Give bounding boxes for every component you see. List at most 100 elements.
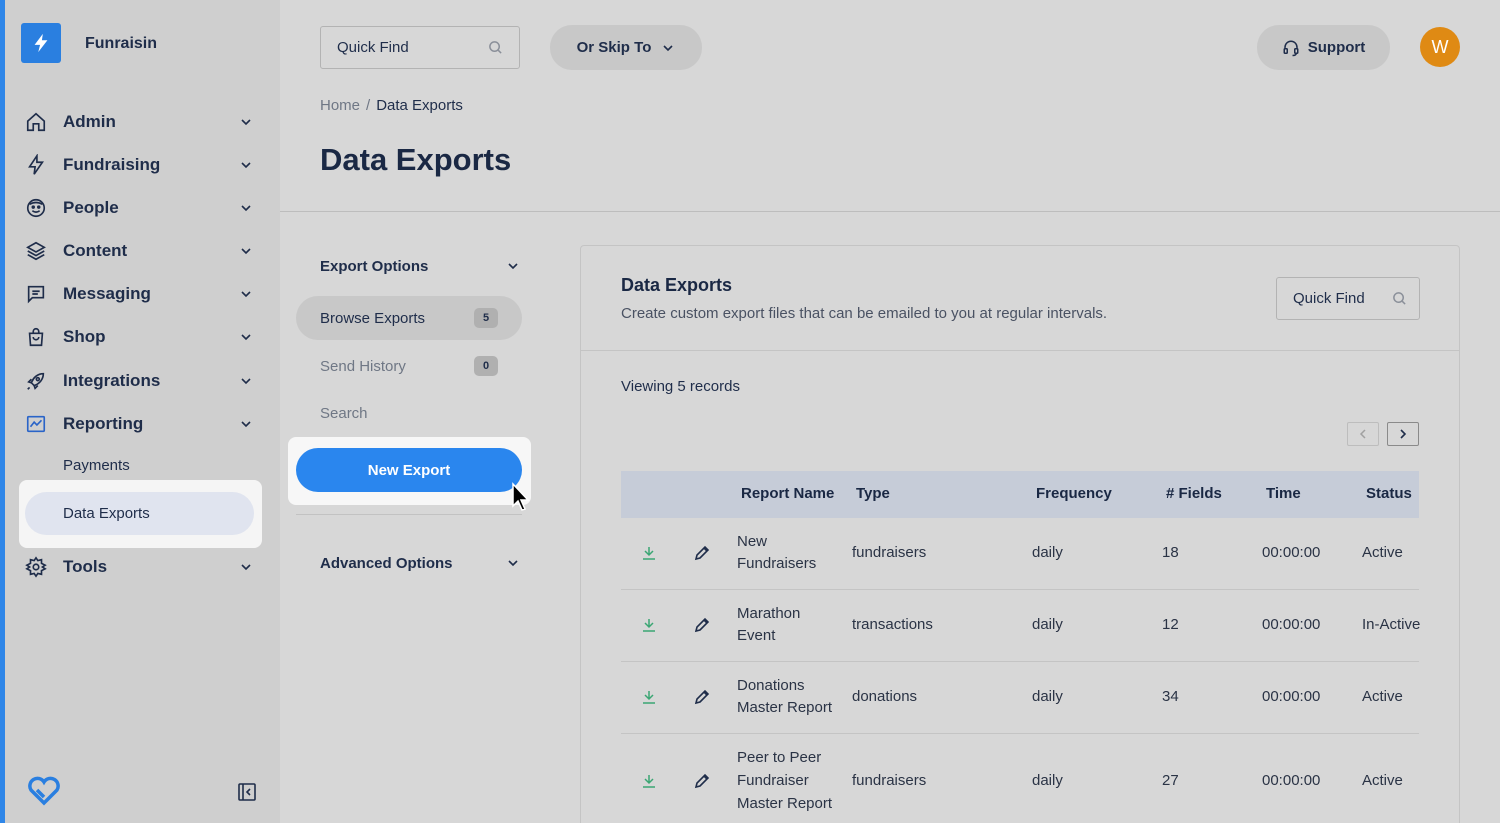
options-divider: [296, 514, 522, 515]
column-header-status[interactable]: Status: [1366, 485, 1412, 502]
type-cell: donations: [852, 688, 918, 705]
data-exports-card: Data Exports Create custom export files …: [580, 245, 1460, 823]
column-header-frequency[interactable]: Frequency: [1036, 485, 1112, 502]
sidebar-item-people[interactable]: People: [25, 193, 255, 223]
edit-pencil-icon[interactable]: [693, 616, 711, 634]
search-item[interactable]: Search: [296, 391, 522, 435]
frequency-cell: daily: [1032, 772, 1063, 789]
sidebar-item-fundraising[interactable]: Fundraising: [25, 150, 255, 180]
chevron-down-icon: [241, 334, 251, 341]
breadcrumb-home[interactable]: Home: [320, 97, 360, 114]
report-name-line: Marathon: [737, 605, 801, 622]
column-header-time[interactable]: Time: [1266, 485, 1301, 502]
status-cell: Active: [1362, 544, 1403, 561]
skip-to-label: Or Skip To: [576, 39, 652, 56]
brand-logo[interactable]: [21, 23, 61, 63]
next-page-button[interactable]: [1387, 422, 1419, 446]
sidebar-item-tools[interactable]: Tools: [25, 552, 255, 582]
sidebar-subitem-data-exports[interactable]: Data Exports: [25, 492, 254, 535]
export-options-toggle[interactable]: Export Options: [320, 254, 520, 278]
send-history-item[interactable]: Send History 0: [296, 344, 522, 388]
layers-icon: [25, 240, 47, 262]
search-icon: [489, 41, 502, 54]
chevron-down-icon: [241, 421, 251, 428]
report-name-line: Event: [737, 627, 776, 644]
rocket-icon: [25, 370, 47, 392]
sidebar: Funraisin Admin Fundraising People Conte…: [5, 0, 280, 823]
report-name-line: Master Report: [737, 699, 833, 716]
main-area: Quick Find Or Skip To Support W Home / Dat…: [280, 0, 1500, 823]
header-divider: [280, 211, 1500, 212]
sidebar-item-reporting[interactable]: Reporting: [25, 409, 255, 439]
chevron-down-icon: [241, 119, 251, 126]
chevron-down-icon: [241, 162, 251, 169]
type-cell: transactions: [852, 616, 933, 633]
download-icon[interactable]: [641, 773, 657, 789]
search-label: Search: [320, 404, 368, 422]
sidebar-item-label: People: [63, 198, 119, 217]
browse-exports-label: Browse Exports: [320, 309, 426, 327]
card-quick-find-input[interactable]: Quick Find: [1276, 277, 1420, 320]
report-name-line: New: [737, 533, 768, 550]
column-header-fields[interactable]: # Fields: [1166, 485, 1222, 502]
time-cell: 00:00:00: [1262, 688, 1321, 705]
sidebar-item-label: Admin: [63, 112, 116, 131]
edit-pencil-icon[interactable]: [693, 544, 711, 562]
table-row: New Fundraisers fundraisers daily 18 00:…: [621, 518, 1419, 590]
search-icon: [1393, 292, 1406, 305]
sidebar-item-integrations[interactable]: Integrations: [25, 366, 255, 396]
sidebar-item-messaging[interactable]: Messaging: [25, 279, 255, 309]
card-divider: [581, 350, 1459, 351]
count-badge: 0: [474, 356, 498, 376]
collapse-sidebar-icon[interactable]: [237, 782, 257, 802]
sidebar-item-label: Shop: [63, 327, 106, 346]
advanced-options-label: Advanced Options: [320, 554, 453, 572]
sidebar-subitem-payments[interactable]: Payments: [63, 457, 130, 474]
heart-logo-icon: [28, 776, 60, 806]
prev-page-button[interactable]: [1347, 422, 1379, 446]
chevron-down-icon: [241, 248, 251, 255]
skip-to-dropdown[interactable]: Or Skip To: [550, 25, 702, 70]
column-header-type[interactable]: Type: [856, 485, 890, 502]
type-cell: fundraisers: [852, 544, 927, 561]
avatar[interactable]: W: [1420, 27, 1460, 67]
card-quick-find-placeholder: Quick Find: [1293, 290, 1365, 307]
chevron-down-icon: [241, 291, 251, 298]
table-row: Marathon Event transactions daily 12 00:…: [621, 590, 1420, 662]
headset-icon: [1283, 40, 1299, 56]
breadcrumb: Home / Data Exports: [320, 97, 463, 114]
download-icon[interactable]: [641, 689, 657, 705]
status-cell: Active: [1362, 772, 1403, 789]
new-export-button[interactable]: New Export: [296, 448, 522, 492]
count-badge: 5: [474, 308, 498, 328]
card-title: Data Exports: [621, 275, 733, 295]
record-count: Viewing 5 records: [621, 378, 740, 395]
sidebar-item-admin[interactable]: Admin: [25, 107, 255, 137]
time-cell: 00:00:00: [1262, 772, 1321, 789]
browse-exports-item[interactable]: Browse Exports 5: [296, 296, 522, 340]
sidebar-item-shop[interactable]: Shop: [25, 322, 255, 352]
page-title: Data Exports: [320, 142, 512, 177]
mouse-cursor-icon: [512, 482, 530, 511]
column-header-report-name[interactable]: Report Name: [741, 485, 834, 502]
support-button[interactable]: Support: [1257, 25, 1390, 70]
download-icon[interactable]: [641, 545, 657, 561]
quick-find-placeholder: Quick Find: [337, 39, 409, 56]
quick-find-input[interactable]: Quick Find: [320, 26, 520, 69]
edit-pencil-icon[interactable]: [693, 688, 711, 706]
edit-pencil-icon[interactable]: [693, 772, 711, 790]
sidebar-item-content[interactable]: Content: [25, 236, 255, 266]
sidebar-item-label: Tools: [63, 557, 108, 576]
frequency-cell: daily: [1032, 544, 1063, 561]
fields-cell: 27: [1162, 772, 1179, 789]
chevron-down-icon: [241, 564, 251, 571]
advanced-options-toggle[interactable]: Advanced Options: [320, 551, 520, 575]
chevron-down-icon: [663, 44, 673, 51]
brand-name: Funraisin: [85, 35, 158, 52]
chevron-left-icon: [1359, 429, 1366, 439]
fields-cell: 12: [1162, 616, 1179, 633]
sidebar-item-label: Messaging: [63, 284, 151, 303]
fields-cell: 34: [1162, 688, 1179, 705]
card-subtitle: Create custom export files that can be e…: [621, 305, 1108, 322]
download-icon[interactable]: [641, 617, 657, 633]
